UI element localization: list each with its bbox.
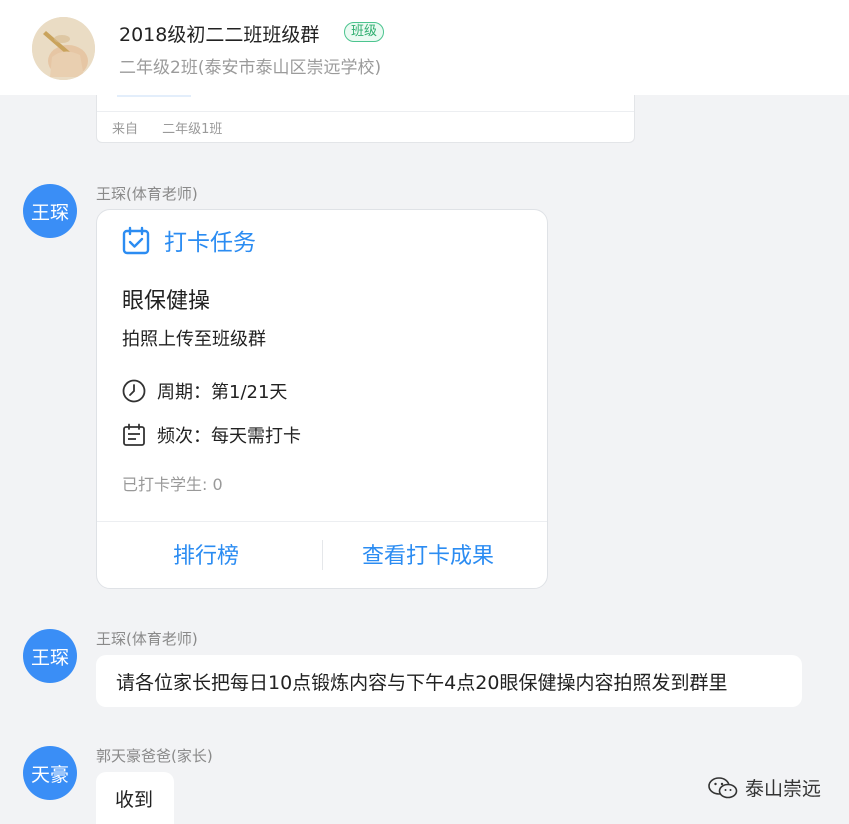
ranking-button[interactable]: 排行榜 bbox=[173, 538, 239, 570]
message-bubble[interactable]: 收到 bbox=[96, 772, 174, 824]
calendar-check-icon bbox=[122, 226, 150, 255]
previous-card-source: 来自 二年级1班 bbox=[112, 118, 222, 137]
group-avatar[interactable] bbox=[32, 17, 95, 80]
divider bbox=[97, 111, 634, 112]
group-avatar-image bbox=[32, 17, 95, 80]
message-text: 请各位家长把每日10点锻炼内容与下午4点20眼保健操内容拍照发到群里 bbox=[116, 671, 728, 694]
avatar[interactable]: 王琛 bbox=[23, 184, 77, 238]
frequency-value: 每天需打卡 bbox=[211, 426, 301, 447]
period-value: 第1/21天 bbox=[211, 382, 288, 403]
task-period: 周期： 第1/21天 bbox=[122, 378, 287, 404]
footer-separator bbox=[322, 540, 323, 570]
from-value: 二年级1班 bbox=[162, 122, 223, 137]
avatar[interactable]: 天豪 bbox=[23, 746, 77, 800]
sender-name: 王琛(体育老师) bbox=[96, 630, 198, 648]
message-text: 收到 bbox=[115, 788, 154, 811]
group-title: 2018级初二二班班级群 bbox=[119, 24, 320, 46]
task-name: 眼保健操 bbox=[122, 289, 211, 314]
checked-in-count: 已打卡学生: 0 bbox=[122, 475, 223, 494]
view-results-button[interactable]: 查看打卡成果 bbox=[362, 538, 494, 570]
calendar-icon bbox=[123, 423, 145, 446]
period-label: 周期： bbox=[157, 382, 211, 403]
watermark-text: 泰山崇远 bbox=[744, 778, 821, 800]
chat-header: 2018级初二二班班级群 班级 二年级2班(泰安市泰山区崇远学校) bbox=[0, 0, 849, 95]
frequency-label: 频次： bbox=[157, 426, 211, 447]
message-bubble[interactable]: 请各位家长把每日10点锻炼内容与下午4点20眼保健操内容拍照发到群里 bbox=[96, 655, 802, 707]
avatar[interactable]: 王琛 bbox=[23, 629, 77, 683]
task-title: 打卡任务 bbox=[164, 230, 256, 256]
sender-name: 郭天豪爸爸(家长) bbox=[96, 747, 213, 765]
wechat-icon bbox=[708, 776, 738, 798]
card-footer-divider bbox=[97, 521, 547, 522]
watermark: 泰山崇远 bbox=[707, 774, 821, 801]
previous-card-accent bbox=[117, 95, 191, 97]
group-subtitle: 二年级2班(泰安市泰山区崇远学校) bbox=[119, 58, 382, 78]
class-badge: 班级 bbox=[344, 22, 385, 42]
sender-name: 王琛(体育老师) bbox=[96, 185, 198, 203]
task-description: 拍照上传至班级群 bbox=[122, 329, 266, 350]
from-label: 来自 bbox=[112, 122, 139, 137]
previous-message-card[interactable]: 来自 二年级1班 bbox=[96, 95, 635, 143]
clock-icon bbox=[122, 379, 146, 403]
task-frequency: 频次： 每天需打卡 bbox=[122, 422, 301, 448]
checkin-task-card[interactable]: 打卡任务 眼保健操 拍照上传至班级群 周期： 第1/21天 频次： 每天需打卡 … bbox=[96, 209, 548, 589]
